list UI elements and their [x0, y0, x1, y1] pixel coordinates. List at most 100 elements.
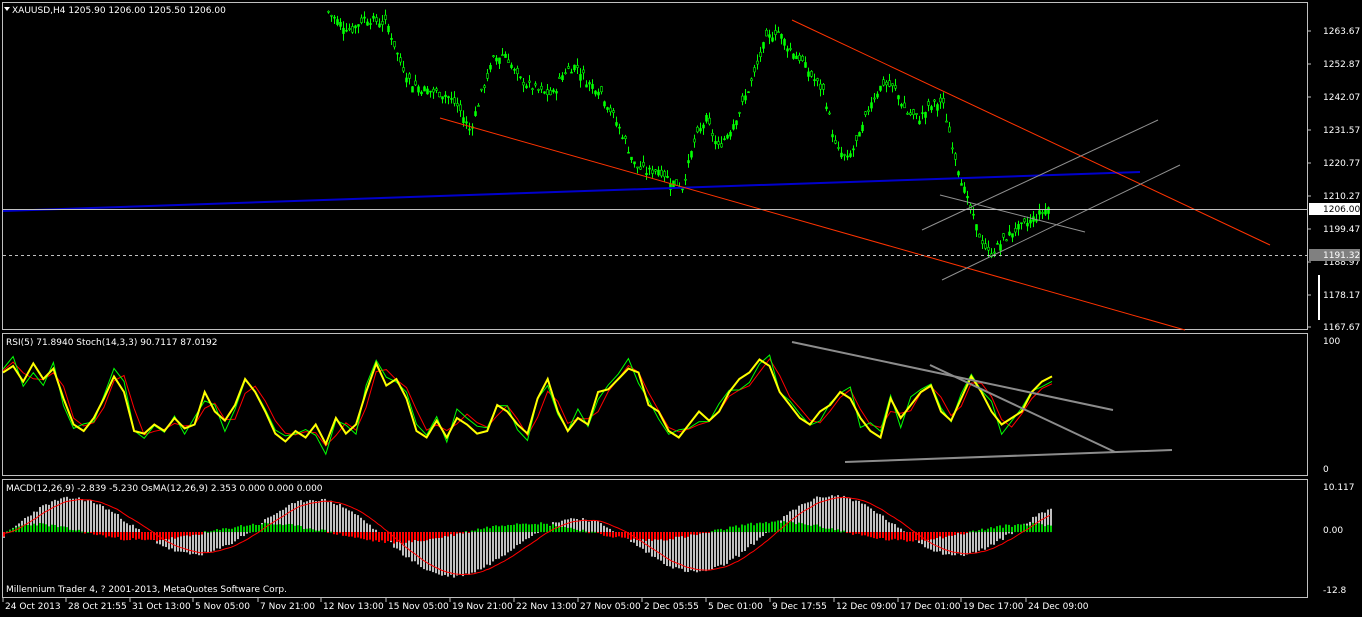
candle-body	[414, 80, 417, 86]
osma-bar	[450, 532, 452, 535]
osma-bar	[960, 532, 962, 535]
osma-bar	[93, 532, 95, 535]
candle-body	[738, 112, 741, 114]
osma-bar	[813, 524, 815, 533]
macd-bar	[522, 532, 524, 542]
osma-bar	[969, 531, 971, 533]
candle-body	[561, 75, 564, 81]
macd-bar	[531, 532, 533, 536]
candle-body	[447, 96, 450, 98]
osma-bar	[978, 530, 980, 533]
candle-body	[579, 74, 582, 81]
candle-body	[780, 34, 783, 39]
chart-canvas[interactable]: 1263.67 1252.87 1242.07 1231.57 1220.77 1210.…	[0, 0, 1362, 614]
osma-bar	[330, 531, 332, 533]
candle-body	[387, 25, 390, 33]
macd-bar	[465, 532, 467, 574]
candle-body	[372, 15, 375, 19]
time-axis-label: 12 Nov 13:00	[323, 602, 384, 612]
candle-body	[798, 55, 801, 61]
osma-bar	[597, 532, 599, 534]
macd-bar	[960, 532, 962, 556]
osma-bar	[102, 532, 104, 536]
macd-bar	[891, 523, 893, 533]
candle-body	[903, 102, 906, 109]
macd-bar	[489, 532, 491, 566]
osma-bar	[114, 532, 116, 538]
osma-bar	[909, 532, 911, 542]
candle-body	[375, 17, 378, 22]
macd-bar	[867, 506, 869, 533]
candle-body	[948, 126, 951, 133]
osma-bar	[72, 530, 74, 533]
osma-bar	[594, 531, 596, 533]
macd-bar	[1011, 532, 1013, 535]
macd-bar	[984, 532, 986, 550]
osma-bar	[504, 526, 506, 533]
osma-bar	[483, 528, 485, 533]
osma-bar	[429, 532, 431, 539]
osma-bar	[207, 531, 209, 533]
osma-bar	[138, 532, 140, 539]
candle-body	[861, 124, 864, 132]
macd-bar	[675, 532, 677, 568]
osma-bar	[273, 524, 275, 533]
osma-bar	[669, 532, 671, 540]
candle-body	[633, 161, 636, 165]
candle-body	[573, 64, 576, 71]
osma-bar	[894, 532, 896, 539]
macd-bar	[729, 532, 731, 560]
candle-body	[807, 71, 810, 77]
macd-bar	[372, 528, 374, 533]
candle-body	[570, 71, 573, 74]
osma-bar	[171, 532, 173, 538]
macd-bar	[93, 503, 95, 533]
osma-bar	[840, 531, 842, 533]
osma-bar	[468, 532, 470, 534]
osma-bar	[438, 532, 440, 539]
mt4-chart-window[interactable]: 1263.67 1252.87 1242.07 1231.57 1220.77 1210.…	[0, 0, 1362, 614]
candle-body	[879, 85, 882, 91]
candle-body	[984, 243, 987, 249]
osma-bar	[744, 525, 746, 533]
osma-bar	[972, 530, 974, 533]
candle-body	[615, 122, 618, 126]
candle-body	[528, 80, 531, 83]
macd-bar	[1002, 532, 1004, 540]
macd-header: MACD(12,26,9) -2.839 -5.230 OsMA(12,26,9…	[6, 484, 323, 494]
candle-body	[603, 101, 606, 107]
osma-bar	[585, 531, 587, 533]
osma-bar	[477, 528, 479, 533]
candle-body	[684, 178, 687, 181]
macd-bar	[996, 532, 998, 542]
candle-body	[411, 86, 414, 93]
osma-bar	[780, 522, 782, 533]
macd-bar	[744, 532, 746, 551]
osma-bar	[36, 525, 38, 533]
macd-bar	[441, 532, 443, 576]
time-axis-label: 5 Nov 05:00	[195, 602, 250, 612]
osma-bar	[456, 532, 458, 534]
osma-bar	[321, 529, 323, 533]
candle-body	[420, 91, 423, 95]
osma-bar	[885, 532, 887, 541]
candle-body	[477, 105, 480, 107]
osma-bar	[324, 529, 326, 533]
osma-bar	[564, 526, 566, 533]
macd-bar	[246, 532, 248, 534]
macd-bar	[66, 496, 68, 533]
osma-bar	[198, 532, 200, 535]
osma-bar	[663, 532, 665, 541]
macd-bar	[219, 532, 221, 549]
macd-bar	[756, 532, 758, 541]
macd-bar	[966, 532, 968, 555]
candle-body	[645, 173, 648, 175]
candle-body	[717, 141, 720, 145]
macd-bar	[495, 532, 497, 560]
osma-bar	[630, 532, 632, 540]
candle-body	[840, 152, 843, 158]
osma-bar	[966, 532, 968, 534]
macd-bar	[72, 498, 74, 533]
macd-bar	[972, 532, 974, 552]
osma-bar	[129, 532, 131, 541]
